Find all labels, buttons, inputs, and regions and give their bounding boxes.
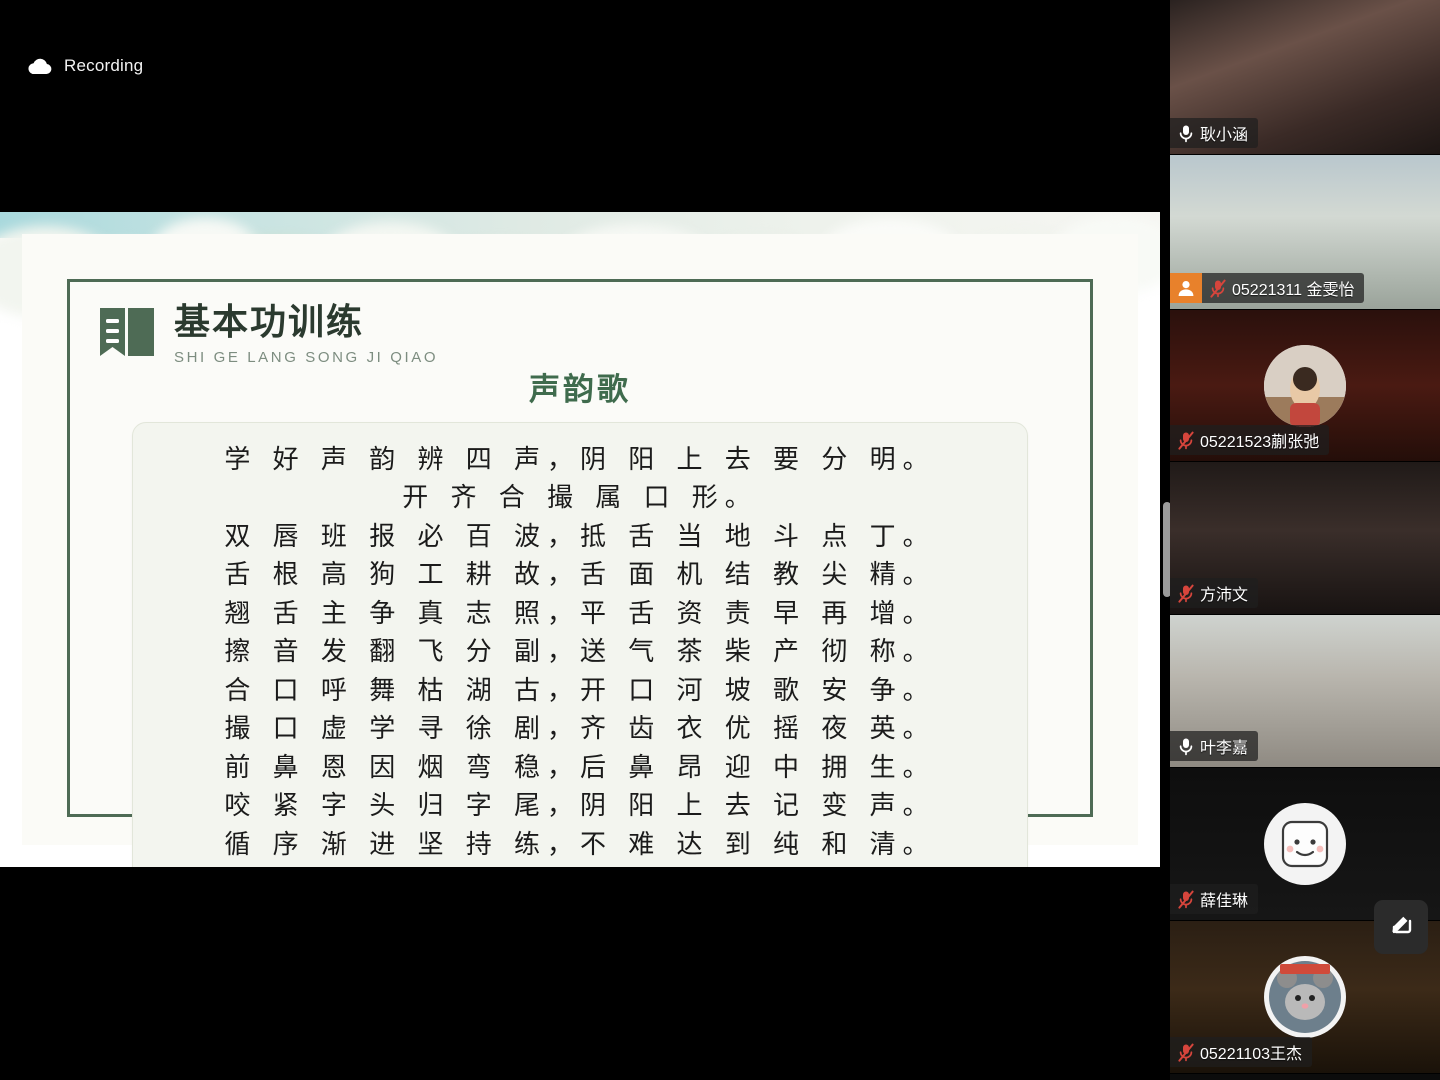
slide-header: 基本功训练 SHI GE LANG SONG JI QIAO (98, 301, 438, 368)
zoom-meeting-window: Recording 基本功训练 SHI GE LANG SONG JI QIAO… (0, 0, 1440, 1080)
participant-name: 叶李嘉 (1200, 740, 1249, 757)
participant-tile[interactable]: 叶李嘉 (1170, 615, 1440, 768)
annotate-button[interactable] (1374, 900, 1428, 954)
shared-screen-region[interactable]: 基本功训练 SHI GE LANG SONG JI QIAO 声韵歌 学 好 声… (0, 212, 1160, 867)
host-avatar-badge (1170, 273, 1202, 303)
poem-line: 合 口 呼 舞 枯 湖 古，开 口 河 坡 歌 安 争。 (224, 675, 936, 706)
poem-line: 前 鼻 恩 因 烟 弯 稳，后 鼻 昂 迎 中 拥 生。 (224, 752, 936, 783)
participant-name-bar: 方沛文 (1170, 578, 1259, 608)
poem-line: 咬 紧 字 头 归 字 尾，阴 阳 上 去 记 变 声。 (224, 791, 936, 822)
poem-title: 声韵歌 (529, 372, 631, 408)
participant-name: 耿小涵 (1200, 127, 1249, 144)
participant-tile[interactable]: 05221311 金雯怡 (1170, 155, 1440, 310)
poem-line: 舌 根 高 狗 工 耕 故，舌 面 机 结 教 尖 精。 (224, 560, 936, 591)
poem-line: 开 齐 合 撮 属 口 形。 (402, 483, 758, 514)
top-black-area (0, 0, 1174, 212)
pencil-annotate-icon (1386, 910, 1416, 945)
mic-muted-icon (1178, 890, 1194, 909)
mic-muted-icon (1178, 431, 1194, 450)
poem-line: 撮 口 虚 学 寻 徐 剧，齐 齿 衣 优 摇 夜 英。 (224, 714, 936, 745)
cloud-icon (26, 57, 52, 75)
mic-muted-icon (1178, 584, 1194, 603)
slide-inner-panel: 基本功训练 SHI GE LANG SONG JI QIAO 声韵歌 学 好 声… (22, 234, 1138, 867)
mic-unmuted-icon (1178, 124, 1194, 143)
participant-name: 方沛文 (1200, 587, 1249, 604)
participant-name-bar: 耿小涵 (1170, 118, 1259, 148)
bottom-black-area (0, 867, 1174, 1080)
participant-name-bar: 05221311 金雯怡 (1202, 273, 1365, 303)
participant-tile[interactable]: 05221523蒯张弛 (1170, 310, 1440, 462)
mic-muted-icon (1178, 1043, 1194, 1062)
participant-name: 薛佳琳 (1200, 893, 1249, 910)
poem-box: 学 好 声 韵 辨 四 声，阴 阳 上 去 要 分 明。开 齐 合 撮 属 口 … (132, 422, 1028, 867)
book-icon (98, 306, 156, 368)
slide-header-title-cn: 基本功训练 (174, 301, 365, 343)
avatar (1264, 803, 1346, 885)
poem-line: 擦 音 发 翻 飞 分 副，送 气 茶 柴 产 彻 称。 (224, 637, 936, 668)
recording-label: Recording (64, 56, 144, 75)
poem-line: 循 序 渐 进 坚 持 练，不 难 达 到 纯 和 清。 (224, 829, 936, 860)
participant-name-bar: 薛佳琳 (1170, 884, 1259, 914)
mic-muted-icon (1210, 279, 1226, 298)
mic-unmuted-icon (1178, 737, 1194, 756)
participant-tile[interactable]: 薛佳琳 (1170, 768, 1440, 921)
participant-name: 05221103王杰 (1200, 1046, 1303, 1063)
participant-tile[interactable]: 耿小涵 (1170, 0, 1440, 155)
participant-name: 05221523蒯张弛 (1200, 434, 1320, 451)
participant-name-bar: 05221523蒯张弛 (1170, 425, 1330, 455)
recording-indicator: Recording (26, 56, 143, 76)
presentation-slide: 基本功训练 SHI GE LANG SONG JI QIAO 声韵歌 学 好 声… (0, 212, 1160, 867)
participant-name-bar: 叶李嘉 (1170, 731, 1259, 761)
avatar (1264, 956, 1346, 1038)
poem-line: 双 唇 班 报 必 百 波，抵 舌 当 地 斗 点 丁。 (224, 521, 936, 552)
slide-green-frame: 基本功训练 SHI GE LANG SONG JI QIAO 声韵歌 学 好 声… (67, 279, 1093, 867)
poem-line: 翘 舌 主 争 真 志 照，平 舌 资 责 早 再 增。 (224, 598, 936, 629)
avatar (1264, 344, 1346, 427)
participant-name-bar: 05221103王杰 (1170, 1037, 1313, 1067)
poem-line: 学 好 声 韵 辨 四 声，阴 阳 上 去 要 分 明。 (224, 445, 936, 475)
participant-tile[interactable]: 方沛文 (1170, 462, 1440, 615)
participant-name: 05221311 金雯怡 (1232, 282, 1355, 299)
